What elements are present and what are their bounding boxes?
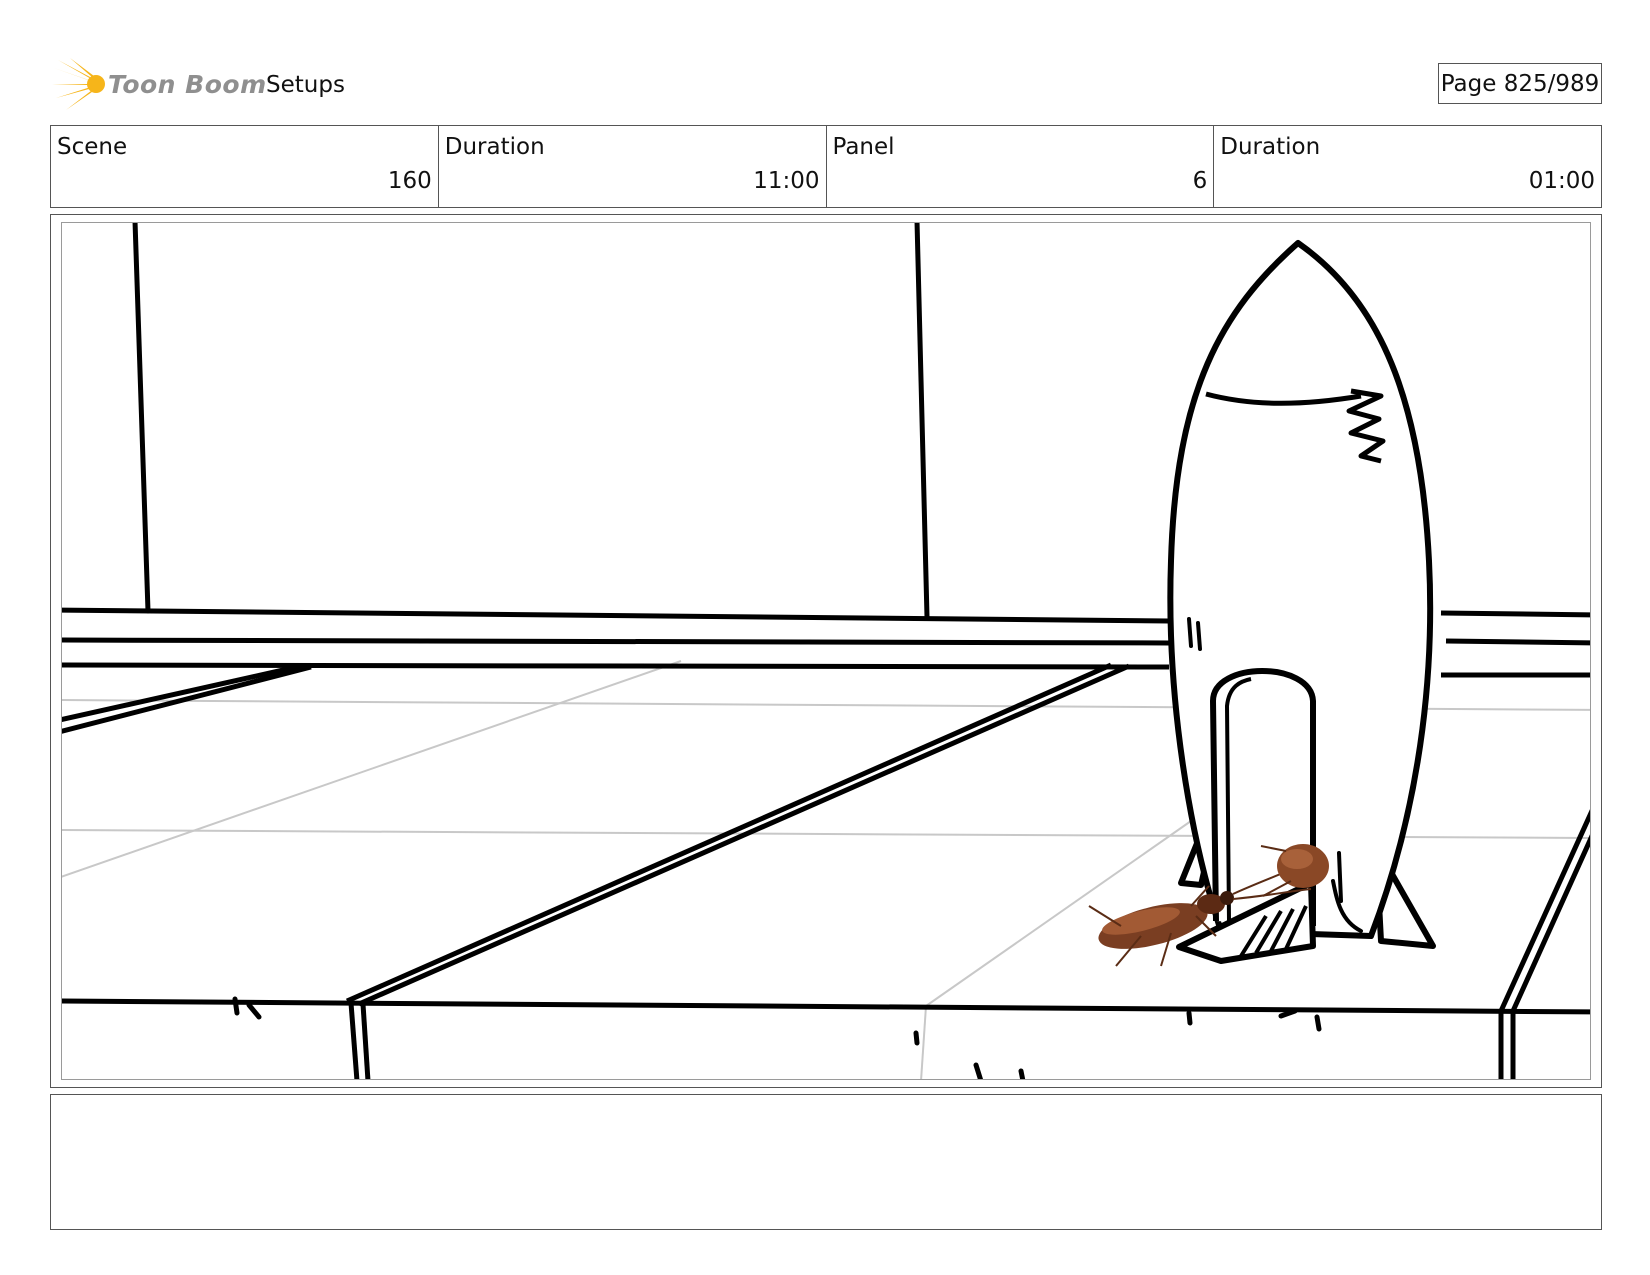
panel-duration-value: 01:00 — [1528, 168, 1595, 194]
page-number: Page 825/989 — [1438, 63, 1602, 104]
scene-duration-value: 11:00 — [753, 168, 820, 194]
scene-cell: Scene 160 — [51, 126, 439, 207]
panel-duration-cell: Duration 01:00 — [1214, 126, 1601, 207]
panel-duration-label: Duration — [1220, 134, 1321, 160]
storyboard-sketch-icon — [62, 223, 1590, 1079]
panel-label: Panel — [832, 134, 895, 160]
brand-name: Toon Boom — [108, 70, 267, 99]
panel-cell: Panel 6 — [827, 126, 1215, 207]
panel-value: 6 — [1192, 168, 1208, 194]
panel-image — [61, 222, 1591, 1080]
scene-duration-label: Duration — [444, 134, 545, 160]
panel-notes-box — [50, 1094, 1602, 1230]
section-title: Setups — [266, 72, 345, 98]
scene-label: Scene — [57, 134, 128, 160]
scene-value: 160 — [387, 168, 432, 194]
scene-duration-cell: Duration 11:00 — [439, 126, 827, 207]
panel-info-row: Scene 160 Duration 11:00 Panel 6 Duratio… — [50, 125, 1602, 208]
